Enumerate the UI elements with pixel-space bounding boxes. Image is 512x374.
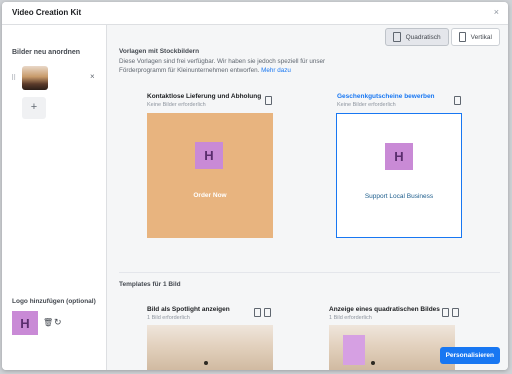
section-divider	[119, 272, 500, 273]
device-icon	[442, 308, 449, 317]
logo-preview[interactable]: H	[12, 311, 38, 335]
template-card-delivery[interactable]: H Order Now	[147, 113, 273, 238]
one-image-templates-title: Templates für 1 Bild	[119, 281, 181, 288]
template-title-delivery: Kontaktlose Lieferung und Abholung	[147, 93, 262, 100]
photo-detail	[371, 361, 375, 365]
add-image-button[interactable]: +	[22, 97, 46, 119]
phone-icon	[458, 32, 466, 42]
device-icon	[452, 308, 459, 317]
template-subtitle-square-image: 1 Bild erforderlich	[329, 315, 372, 321]
tablet-icon	[392, 32, 401, 42]
modal-title: Video Creation Kit	[12, 8, 82, 17]
logo-placeholder: H	[385, 143, 413, 170]
template-title-square-image: Anzeige eines quadratischen Bildes	[329, 306, 440, 313]
template-subtitle-spotlight: 1 Bild erforderlich	[147, 315, 190, 321]
template-caption: Order Now	[193, 192, 227, 199]
close-icon[interactable]: ×	[494, 7, 499, 17]
learn-more-link[interactable]: Mehr dazu	[261, 67, 291, 74]
modal-header: Video Creation Kit ×	[2, 2, 508, 25]
toggle-square[interactable]: Quadratisch	[384, 28, 449, 46]
drag-handle-icon[interactable]: ⠿	[11, 74, 16, 82]
stock-templates-description: Diese Vorlagen sind frei verfügbar. Wir …	[119, 58, 369, 75]
template-gallery: Quadratisch Vertikal Vorlagen mit Stockb…	[107, 25, 508, 370]
remove-image-icon[interactable]: ×	[90, 72, 95, 81]
toggle-vertical[interactable]: Vertikal	[450, 28, 500, 46]
template-subtitle-delivery: Keine Bilder erforderlich	[147, 102, 206, 108]
toggle-square-label: Quadratisch	[405, 33, 441, 41]
device-icon	[265, 96, 272, 105]
trash-icon[interactable]: 🗑	[43, 318, 53, 327]
template-caption: Support Local Business	[364, 193, 434, 200]
toggle-vertical-label: Vertikal	[470, 33, 492, 41]
template-title-spotlight: Bild als Spotlight anzeigen	[147, 306, 230, 313]
template-card-giftcards[interactable]: H Support Local Business	[336, 113, 462, 238]
template-card-spotlight[interactable]	[147, 325, 273, 370]
template-subtitle-giftcards: Keine Bilder erforderlich	[337, 102, 396, 108]
image-sidebar: Bilder neu anordnen ⠿ × + Logo hinzufüge…	[2, 25, 107, 370]
device-icon	[254, 308, 261, 317]
stock-templates-title: Vorlagen mit Stockbildern	[119, 48, 200, 55]
photo-detail	[204, 361, 208, 365]
format-toggle: Quadratisch Vertikal	[384, 28, 500, 46]
reorder-images-title: Bilder neu anordnen	[12, 49, 81, 56]
image-thumbnail[interactable]	[22, 66, 48, 90]
personalize-button[interactable]: Personalisieren	[439, 347, 500, 364]
stock-templates-text: Diese Vorlagen sind frei verfügbar. Wir …	[119, 58, 326, 74]
video-creation-kit-modal: Video Creation Kit × Bilder neu anordnen…	[2, 2, 508, 370]
replace-logo-icon[interactable]: ↻	[54, 317, 62, 328]
device-icon	[454, 96, 461, 105]
logo-placeholder: H	[195, 142, 223, 169]
logo-placeholder	[343, 335, 365, 365]
template-card-square-image[interactable]	[329, 325, 455, 370]
device-icon	[264, 308, 271, 317]
template-title-giftcards: Geschenkgutscheine bewerben	[337, 93, 435, 100]
add-logo-title: Logo hinzufügen (optional)	[12, 298, 96, 305]
